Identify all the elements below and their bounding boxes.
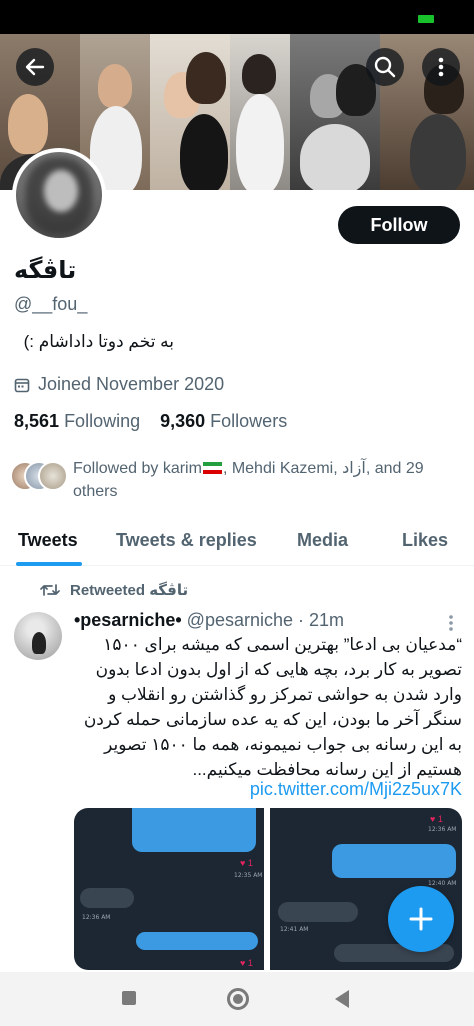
profile-avatar[interactable] [12,148,106,242]
followers-label: Followers [210,411,288,431]
profile-bio: به تخم دوتا داداشام :) [23,332,174,351]
tab-tweets[interactable]: Tweets [18,530,78,551]
status-bar [0,0,474,34]
compose-plus-icon [409,907,433,931]
followed-by-avatars [10,461,70,493]
banner-photo [230,34,290,190]
follow-counts: 8,561 Following 9,360 Followers [14,411,287,432]
more-button[interactable] [422,48,460,86]
profile-tabs: Tweets Tweets & replies Media Likes [0,520,474,566]
profile-display-name: تاڤگه [14,257,77,284]
followers-link[interactable]: 9,360 Followers [160,411,287,432]
join-date-text: Joined November 2020 [38,374,225,394]
tab-media[interactable]: Media [297,530,348,551]
tweet-text: “مدعیان بی ادعا” بهترین اسمی که میشه برا… [83,635,462,779]
tweet-header: •pesarniche• @pesarniche · 21m [74,610,344,631]
tweet-media-link[interactable]: pic.twitter.com/Mji2z5ux7K [74,779,462,800]
search-icon [374,56,396,78]
battery-icon [418,15,434,23]
system-nav-bar [0,972,474,1026]
retweet-label: Retweeted تاڤگه [70,582,189,599]
following-label: Following [64,411,141,431]
avatar [38,461,68,491]
more-vertical-icon [449,615,453,631]
follow-button[interactable]: Follow [338,206,460,244]
iran-flag-icon [202,462,222,474]
recents-button[interactable] [122,991,136,1005]
join-date: Joined November 2020 [14,374,224,395]
profile-handle: @__fou_ [14,294,88,314]
back-nav-button[interactable] [335,990,349,1008]
followed-by-text: Followed by karim, Mehdi Kazemi, آزاد, a… [73,460,424,500]
home-button[interactable] [227,988,249,1010]
active-tab-indicator [16,562,82,566]
back-arrow-icon [25,58,45,76]
back-button[interactable] [16,48,54,86]
tab-tweets-replies[interactable]: Tweets & replies [116,530,257,551]
following-count: 8,561 [14,411,60,431]
tweet-author-avatar[interactable] [14,612,62,660]
compose-tweet-button[interactable] [388,886,454,952]
followers-count: 9,360 [160,411,206,431]
calendar-icon [14,378,30,392]
tab-likes[interactable]: Likes [402,530,448,551]
following-link[interactable]: 8,561 Following [14,411,140,432]
retweet-context: Retweeted تاڤگه [40,581,188,599]
tweet-author-handle[interactable]: @pesarniche · 21m [187,610,344,630]
more-vertical-icon [438,57,444,77]
search-button[interactable] [366,48,404,86]
tweet-author-name[interactable]: •pesarniche• [74,610,182,630]
retweet-icon [40,584,60,596]
banner-photo [150,34,230,190]
banner-photo [290,34,380,190]
media-image[interactable]: ♥ 1 12:35 AM 12:36 AM ♥ 1 [74,808,264,970]
